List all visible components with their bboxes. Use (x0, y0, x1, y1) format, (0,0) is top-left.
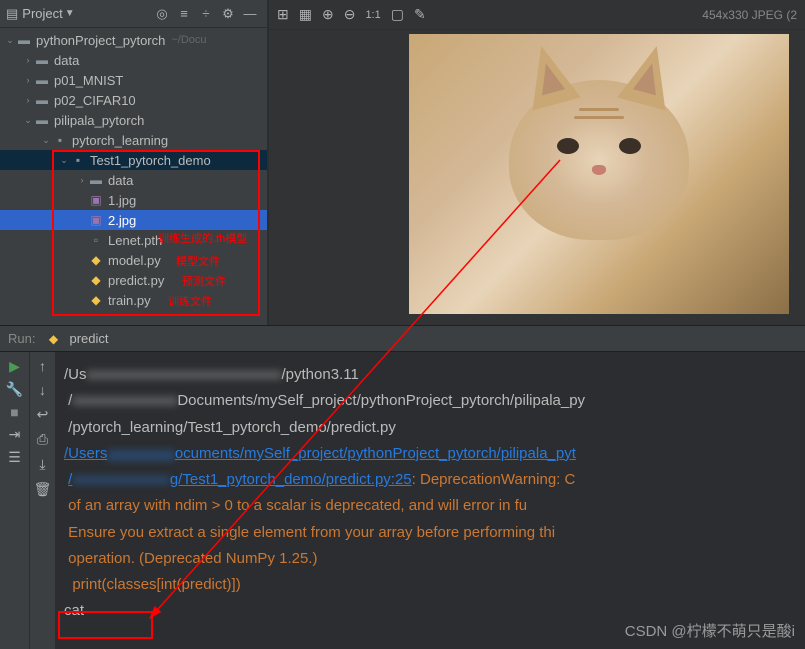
image-canvas[interactable] (269, 30, 805, 325)
jpg-icon: ▣ (88, 192, 104, 208)
pkg-icon: ▪ (52, 132, 68, 148)
image-info: 454x330 JPEG (2 (702, 8, 797, 22)
py-icon: ◆ (88, 252, 104, 268)
run-gutter-2: ↑ ↓ ↩ ⎙ ⤓ 🗑 (30, 352, 56, 649)
chevron-icon: › (22, 75, 34, 85)
print-icon[interactable]: ⎙ (37, 431, 48, 448)
up-icon[interactable]: ↑ (39, 358, 46, 374)
tree-label: p01_MNIST (54, 73, 123, 88)
sidebar-header: ▤ Project ▼ ◎ ≡ ÷ ⚙ — (0, 0, 267, 28)
grid-icon[interactable]: ⊞ (277, 6, 289, 23)
cat-image (409, 34, 789, 314)
tree-label: data (54, 53, 79, 68)
run-gutter: ▶ 🔧 ■ ⇥ ☰ (0, 352, 30, 649)
scroll-icon[interactable]: ⤓ (39, 456, 45, 473)
folder-icon: ▬ (34, 52, 50, 68)
tree-item-2-jpg[interactable]: ▣ 2.jpg (0, 210, 267, 230)
wrench-icon[interactable]: 🔧 (6, 381, 23, 398)
tree-label: pytorch_learning (72, 133, 168, 148)
stop-icon[interactable]: ■ (10, 404, 18, 420)
run-config[interactable]: ◆predict (45, 331, 108, 347)
console-output[interactable]: /Usxxxxxxxxxxxxxxxxxxxxxxxxxx/python3.11… (56, 352, 805, 649)
pkg-icon: ▪ (70, 152, 86, 168)
hide-icon[interactable]: — (239, 3, 261, 25)
tree-item-1-jpg[interactable]: ▣ 1.jpg (0, 190, 267, 210)
run-icon[interactable]: ▶ (9, 358, 20, 375)
tree-root[interactable]: ⌄ ▬ pythonProject_pytorch ~/Docu (0, 30, 267, 50)
collapse-icon[interactable]: ÷ (195, 3, 217, 25)
tree-item-pytorch_learning[interactable]: ⌄▪ pytorch_learning (0, 130, 267, 150)
folder-icon: ▬ (16, 32, 32, 48)
tree-label: 1.jpg (108, 193, 136, 208)
tree-item-data[interactable]: ›▬ data (0, 50, 267, 70)
viewer-toolbar: ⊞ ▦ ⊕ ⊖ 1:1 ▢ ✎ 454x330 JPEG (2 (269, 0, 805, 30)
wrap-icon[interactable]: ↩ (37, 406, 49, 423)
folder-icon: ▬ (34, 72, 50, 88)
pixels-icon[interactable]: ▦ (299, 6, 312, 23)
zoom-out-icon[interactable]: ⊖ (344, 6, 356, 23)
run-label: Run: (8, 331, 35, 346)
py-icon: ◆ (88, 272, 104, 288)
chevron-icon: › (22, 55, 34, 65)
tree-label: Test1_pytorch_demo (90, 153, 211, 168)
chevron-down-icon: ⌄ (4, 35, 16, 46)
folder-icon: ▬ (34, 92, 50, 108)
tree-item-model-py[interactable]: ◆ model.py (0, 250, 267, 270)
tree-label: 2.jpg (108, 213, 136, 228)
expand-icon[interactable]: ≡ (173, 3, 195, 25)
chevron-icon: › (76, 175, 88, 185)
exit-icon[interactable]: ⇥ (9, 426, 21, 443)
tree-item-Test1_pytorch_demo[interactable]: ⌄▪ Test1_pytorch_demo (0, 150, 267, 170)
file-icon: ▫ (88, 232, 104, 248)
zoom-in-icon[interactable]: ⊕ (322, 6, 334, 23)
fit-icon[interactable]: ▢ (391, 6, 404, 23)
chevron-icon: ⌄ (22, 115, 34, 126)
zoom-11-icon[interactable]: 1:1 (365, 9, 380, 21)
chevron-icon: ⌄ (40, 135, 52, 146)
gear-icon[interactable]: ⚙ (217, 3, 239, 25)
tree-label: train.py (108, 293, 151, 308)
tree-item-data[interactable]: ›▬ data (0, 170, 267, 190)
tree-item-pilipala_pytorch[interactable]: ⌄▬ pilipala_pytorch (0, 110, 267, 130)
run-panel: Run: ◆predict ▶ 🔧 ■ ⇥ ☰ ↑ ↓ ↩ ⎙ ⤓ 🗑 /Usx… (0, 325, 805, 649)
trash-icon[interactable]: 🗑 (34, 481, 52, 498)
down-icon[interactable]: ↓ (39, 382, 46, 398)
run-header: Run: ◆predict (0, 326, 805, 352)
target-icon[interactable]: ◎ (151, 3, 173, 25)
tree-label: data (108, 173, 133, 188)
python-icon: ◆ (45, 331, 61, 347)
tree-label: Lenet.pth (108, 233, 162, 248)
chevron-icon: › (22, 95, 34, 105)
tree-item-p02_CIFAR10[interactable]: ›▬ p02_CIFAR10 (0, 90, 267, 110)
prediction-result: cat (64, 598, 797, 624)
tree-label: p02_CIFAR10 (54, 93, 136, 108)
tree-label: pilipala_pytorch (54, 113, 144, 128)
folder-icon: ▬ (88, 172, 104, 188)
layout-icon[interactable]: ☰ (8, 449, 21, 466)
image-viewer: ⊞ ▦ ⊕ ⊖ 1:1 ▢ ✎ 454x330 JPEG (2 (268, 0, 805, 325)
tree-path: ~/Docu (171, 34, 206, 46)
py-icon: ◆ (88, 292, 104, 308)
folder-icon: ▬ (34, 112, 50, 128)
tree-item-p01_MNIST[interactable]: ›▬ p01_MNIST (0, 70, 267, 90)
tree-item-train-py[interactable]: ◆ train.py (0, 290, 267, 310)
tree-label: pythonProject_pytorch (36, 33, 165, 48)
tree-item-predict-py[interactable]: ◆ predict.py (0, 270, 267, 290)
project-icon: ▤ (6, 6, 18, 22)
jpg-icon: ▣ (88, 212, 104, 228)
chevron-down-icon[interactable]: ▼ (65, 8, 75, 19)
tree-label: model.py (108, 253, 161, 268)
sidebar-title[interactable]: Project (22, 6, 62, 21)
eyedropper-icon[interactable]: ✎ (414, 6, 426, 23)
project-sidebar: ▤ Project ▼ ◎ ≡ ÷ ⚙ — ⌄ ▬ pythonProject_… (0, 0, 268, 325)
chevron-icon: ⌄ (58, 155, 70, 166)
project-tree[interactable]: ⌄ ▬ pythonProject_pytorch ~/Docu ›▬data›… (0, 28, 267, 325)
tree-item-Lenet-pth[interactable]: ▫ Lenet.pth (0, 230, 267, 250)
tree-label: predict.py (108, 273, 164, 288)
